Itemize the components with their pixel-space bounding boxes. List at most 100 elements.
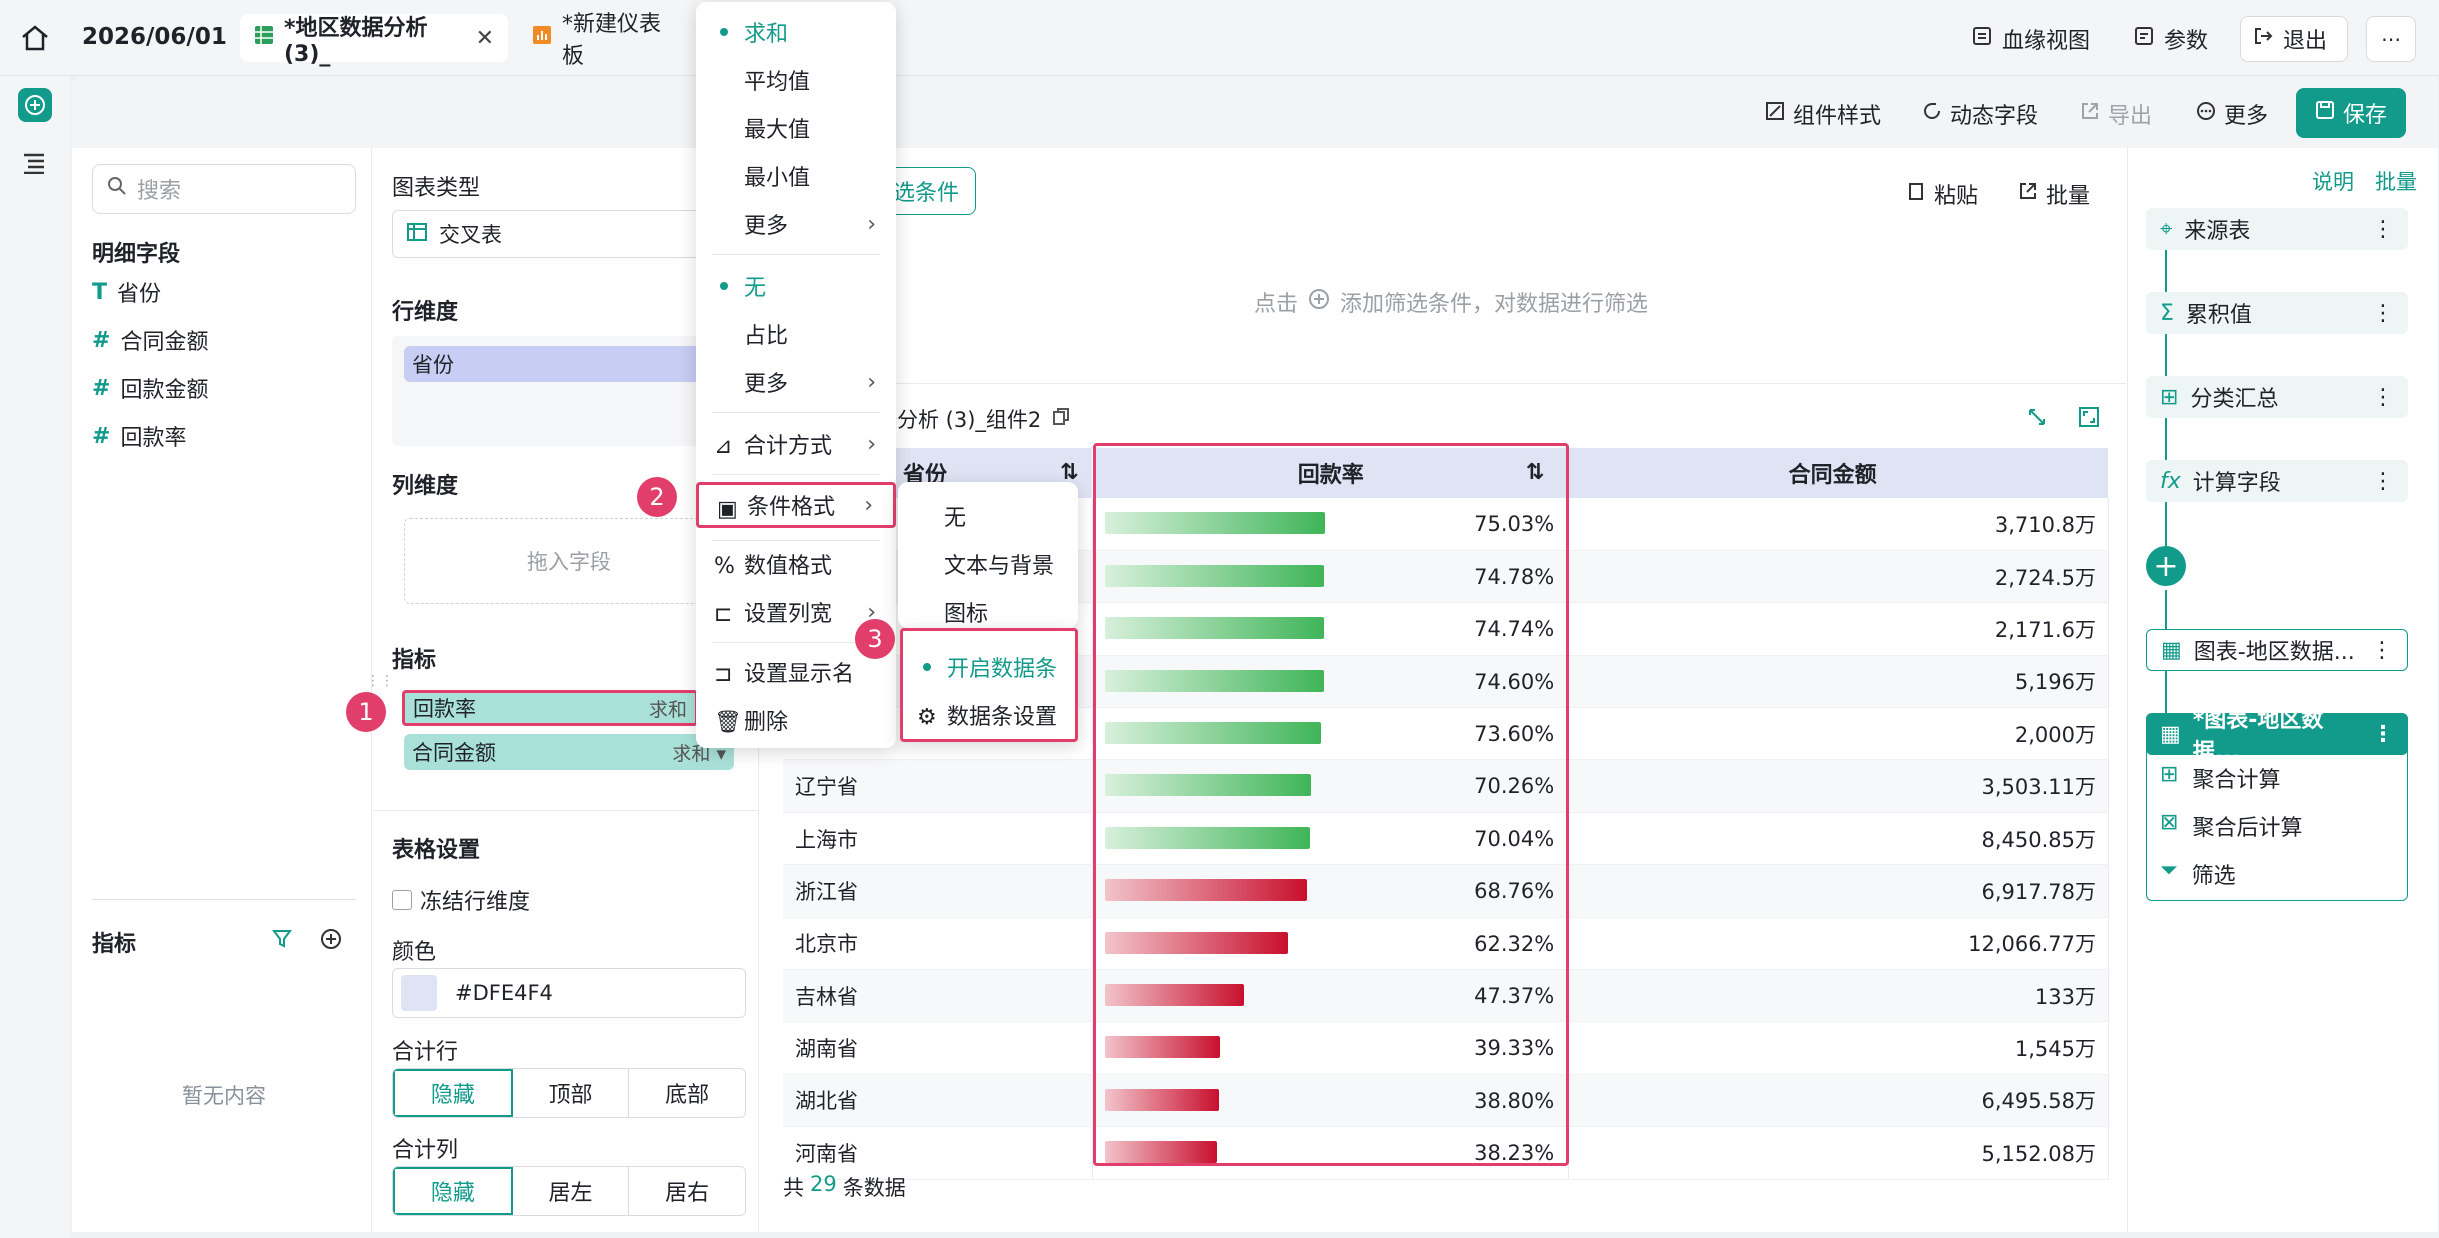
menu-label: 最小值 [744, 166, 811, 191]
field-payment-amount[interactable]: # 回款金额 [92, 368, 208, 408]
flow-node-cumulative[interactable]: Σ 累积值 ⋮ [2146, 292, 2408, 334]
total-col-right[interactable]: 居右 [629, 1167, 745, 1215]
total-col-left[interactable]: 居左 [513, 1167, 630, 1215]
home-icon[interactable] [20, 24, 50, 52]
search-input[interactable]: 搜索 [92, 164, 356, 214]
more-menu-button[interactable]: ⋯ [2366, 16, 2416, 62]
close-icon[interactable]: ✕ [476, 26, 494, 51]
data-bar-settings[interactable]: ⚙ 数据条设置 [903, 693, 1075, 737]
kebab-icon[interactable]: ⋮ [2372, 385, 2394, 410]
add-metric-icon[interactable] [320, 928, 342, 955]
copy-icon[interactable] [1051, 407, 1071, 432]
kebab-icon[interactable]: ⋮ [2372, 469, 2394, 494]
menu-item-avg[interactable]: 平均值 [696, 58, 896, 102]
paste-button[interactable]: 粘贴 [1906, 176, 1978, 212]
sub-item-aggregate[interactable]: ⊞ 聚合计算 [2160, 762, 2280, 794]
exit-button[interactable]: 退出 [2240, 16, 2348, 62]
table-icon: ▦ [2160, 721, 2181, 747]
field-payment-rate[interactable]: # 回款率 [92, 416, 186, 456]
params-button[interactable]: 参数 [2122, 16, 2220, 62]
menu-item-total-method[interactable]: ⊿ 合计方式 › [696, 422, 896, 466]
more-button[interactable]: 更多 [2196, 96, 2268, 132]
field-province[interactable]: T 省份 [92, 272, 161, 312]
total-row-hide[interactable]: 隐藏 [393, 1069, 513, 1117]
metric-pill-contract-amount[interactable]: 合同金额 求和 ▾ [404, 734, 734, 770]
metric-pill-payment-rate[interactable]: 回款率 求和 [402, 690, 698, 726]
filter-metric-icon[interactable] [272, 928, 294, 955]
cell-amount: 2,171.6万 [1568, 602, 2109, 656]
row-dim-pill-province[interactable]: 省份 [404, 346, 742, 382]
kebab-icon[interactable]: ⋮ [2372, 722, 2394, 747]
data-bar-enable[interactable]: 开启数据条 [903, 645, 1075, 689]
node-label: 来源表 [2184, 219, 2251, 244]
sub-item-post-aggregate[interactable]: ⊠ 聚合后计算 [2160, 810, 2302, 842]
cf-none[interactable]: 无 [898, 494, 1078, 538]
flow-node-source[interactable]: ⌖ 来源表 ⋮ [2146, 208, 2408, 250]
flow-node-subtotal[interactable]: ⊞ 分类汇总 ⋮ [2146, 376, 2408, 418]
menu-item-number-format[interactable]: % 数值格式 [696, 542, 896, 586]
dynamic-field-button[interactable]: 动态字段 [1922, 96, 2038, 132]
filter-icon: ⏷ [2160, 858, 2178, 883]
color-label: 颜色 [392, 940, 437, 965]
field-label: 合同金额 [120, 330, 209, 355]
node-label: *图表-地区数据... [2192, 708, 2324, 765]
node-label: 图表-地区数据... [2193, 640, 2355, 665]
table-icon [254, 25, 274, 51]
field-contract-amount[interactable]: # 合同金额 [92, 320, 208, 360]
batch-button[interactable]: 批量 [2018, 176, 2090, 212]
menu-item-ratio-more[interactable]: 更多 › [696, 360, 896, 404]
lineage-view-button[interactable]: 血缘视图 [1960, 16, 2102, 62]
filter-hint[interactable]: 点击 添加筛选条件，对数据进行筛选 [1254, 286, 1648, 318]
rename-icon: ⊐ [714, 662, 733, 687]
lineage-icon [1972, 26, 1992, 52]
number-field-icon: # [92, 423, 111, 449]
kebab-icon[interactable]: ⋮ [2371, 638, 2393, 663]
tab-label: *新建仪表板 [562, 12, 662, 69]
add-node-button[interactable]: + [2146, 546, 2186, 586]
menu-item-agg-more[interactable]: 更多 › [696, 202, 896, 246]
drag-handle-icon[interactable]: ⋮⋮ [366, 673, 394, 689]
crosstab-icon [407, 222, 427, 247]
menu-item-ratio-pct[interactable]: 占比 [696, 312, 896, 356]
outline-icon[interactable] [22, 152, 48, 179]
tab-new-dashboard[interactable]: *新建仪表板 [518, 12, 688, 69]
add-circle-icon[interactable] [18, 88, 52, 122]
export-button[interactable]: 导出 [2080, 96, 2152, 132]
kebab-icon[interactable]: ⋮ [2372, 301, 2394, 326]
batch-link[interactable]: 批量 [2375, 166, 2417, 196]
table-icon: ▦ [2161, 637, 2182, 663]
menu-label: 平均值 [744, 70, 811, 95]
color-picker[interactable]: #DFE4F4 [392, 968, 746, 1018]
component-style-button[interactable]: 组件样式 [1765, 96, 1881, 132]
menu-label: 合计方式 [744, 434, 833, 459]
flow-node-chart-1[interactable]: ▦ 图表-地区数据... ⋮ [2146, 629, 2408, 671]
flow-node-calc-field[interactable]: fx 计算字段 ⋮ [2146, 460, 2408, 502]
chart-type-select[interactable]: 交叉表 [392, 210, 742, 258]
menu-label: 占比 [744, 324, 789, 349]
panel-divider[interactable] [92, 899, 356, 900]
flow-node-chart-2[interactable]: ▦ *图表-地区数据... ⋮ [2146, 708, 2408, 765]
total-row-top[interactable]: 顶部 [513, 1069, 630, 1117]
freeze-row-dim-checkbox[interactable]: 冻结行维度 [392, 884, 530, 916]
menu-item-delete[interactable]: 🗑 删除 [696, 698, 896, 742]
fullscreen-icon[interactable] [2078, 406, 2100, 433]
menu-item-sum[interactable]: 求和 [696, 10, 896, 54]
sub-item-filter[interactable]: ⏷ 筛选 [2160, 858, 2236, 890]
tab-region-analysis[interactable]: *地区数据分析 (3)_ ✕ [240, 14, 508, 67]
menu-item-max[interactable]: 最大值 [696, 106, 896, 150]
col-dim-label: 列维度 [392, 474, 459, 499]
swap-icon[interactable] [2026, 406, 2048, 433]
cf-text-background[interactable]: 文本与背景 [898, 542, 1078, 586]
add-circle-icon [1308, 288, 1330, 316]
header-contract-amount[interactable]: 合同金额 [1568, 448, 2109, 498]
col-dim-dropzone[interactable]: 拖入字段 [404, 518, 734, 604]
total-row-bottom[interactable]: 底部 [629, 1069, 745, 1117]
explain-link[interactable]: 说明 [2312, 166, 2354, 196]
kebab-icon[interactable]: ⋮ [2372, 217, 2394, 242]
menu-item-ratio-none[interactable]: 无 [696, 264, 896, 308]
menu-item-min[interactable]: 最小值 [696, 154, 896, 198]
total-col-hide[interactable]: 隐藏 [393, 1167, 513, 1215]
save-button[interactable]: 保存 [2296, 88, 2406, 138]
cell-amount: 133万 [1568, 969, 2109, 1023]
menu-item-conditional-format[interactable]: ▣ 条件格式 › [696, 482, 896, 528]
